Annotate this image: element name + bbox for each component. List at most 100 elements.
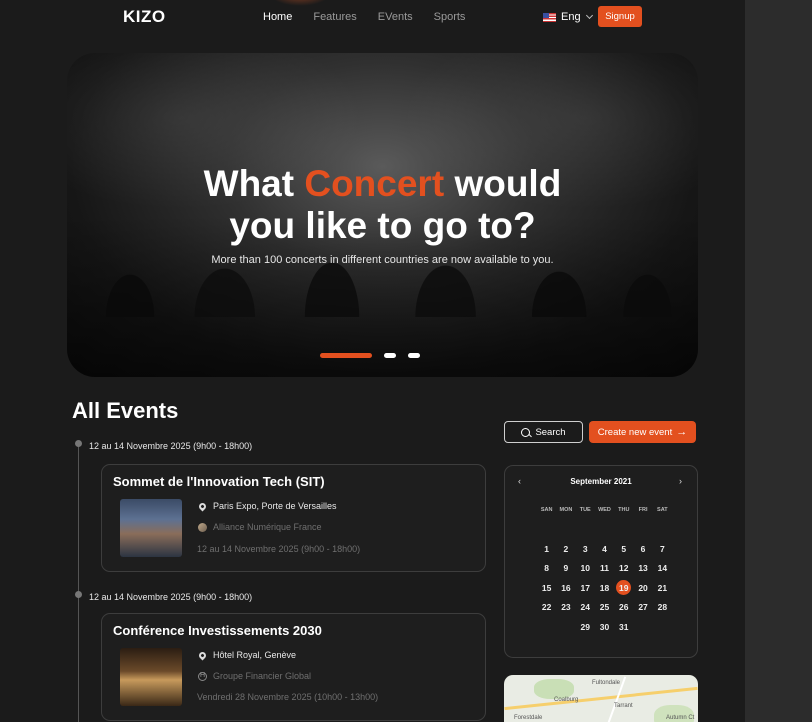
hero-title-line2: you like to go to? (229, 205, 536, 246)
nav-link-sports[interactable]: Sports (434, 11, 466, 23)
calendar-day[interactable]: 11 (595, 563, 614, 573)
logo[interactable]: KIZO (123, 7, 166, 27)
page: KIZO Home Features EVents Sports Eng Sig… (0, 0, 745, 722)
calendar-week-row: 15 16 17 18 19 20 21 (537, 578, 672, 598)
calendar-week-row: 29 30 31 (537, 617, 672, 637)
event-location: Hôtel Royal, Genève (213, 650, 297, 660)
calendar-day[interactable]: 12 (614, 563, 633, 573)
signup-button[interactable]: Signup (598, 6, 642, 27)
hero-title-part1: What (203, 163, 305, 204)
calendar-weekday: FRI (638, 506, 648, 513)
nav-glow (270, 0, 330, 6)
top-nav: KIZO Home Features EVents Sports Eng Sig… (0, 0, 745, 34)
event-organizer-row: Groupe Financier Global (197, 671, 311, 681)
calendar-day[interactable]: 8 (537, 563, 556, 573)
timeline-dot (75, 440, 82, 447)
calendar: ‹ September 2021 › SAN MON TUE WED THU FRI SAT… (504, 465, 698, 658)
event-schedule: Vendredi 28 Novembre 2025 (10h00 - 13h00… (197, 692, 379, 702)
calendar-day[interactable]: 18 (595, 583, 614, 593)
event-card[interactable]: Sommet de l'Innovation Tech (SIT) Paris … (101, 464, 486, 572)
event-title[interactable]: Sommet de l'Innovation Tech (SIT) (113, 474, 325, 489)
event-schedule-row: Vendredi 28 Novembre 2025 (10h00 - 13h00… (197, 692, 378, 702)
calendar-day[interactable]: 30 (595, 622, 614, 632)
create-event-label: Create new event (597, 426, 673, 438)
calendar-day[interactable]: 24 (576, 602, 595, 612)
timeline-dot (75, 591, 82, 598)
hero-banner: What Concert would you like to go to? Mo… (67, 53, 698, 377)
event-title[interactable]: Conférence Investissements 2030 (113, 623, 322, 638)
calendar-day[interactable]: 1 (537, 544, 556, 554)
event-image[interactable] (120, 648, 182, 706)
language-selector[interactable]: Eng (543, 11, 593, 23)
calendar-weekday: TUE (579, 506, 591, 513)
map-label: Fultondale (592, 680, 621, 686)
arrow-right-icon: → (676, 426, 688, 438)
calendar-day[interactable]: 17 (576, 583, 595, 593)
calendar-day[interactable]: 28 (653, 602, 672, 612)
calendar-weekday: SAN (540, 506, 553, 513)
event-schedule: 12 au 14 Novembre 2025 (9h00 - 18h00) (197, 544, 361, 554)
calendar-day-label: 19 (616, 580, 632, 596)
calendar-day[interactable]: 31 (614, 622, 633, 632)
calendar-day[interactable]: 21 (653, 583, 672, 593)
nav-link-events[interactable]: EVents (378, 11, 413, 23)
us-flag-icon (543, 12, 556, 22)
calendar-grid: SAN MON TUE WED THU FRI SAT 1 2 3 4 5 6 7 8 9 10 11 12 13 14… (537, 500, 672, 637)
all-events-heading: All Events (72, 398, 179, 423)
hero-title-part2: would (444, 163, 562, 204)
nav-link-features[interactable]: Features (313, 11, 356, 23)
calendar-month-label: September 2021 (570, 477, 632, 486)
calendar-next-icon[interactable]: › (679, 476, 682, 486)
map-park (534, 679, 574, 699)
carousel-dot-1[interactable] (320, 353, 372, 358)
location-pin-icon (197, 650, 207, 660)
calendar-day[interactable]: 20 (633, 583, 652, 593)
event-date-header: 12 au 14 Novembre 2025 (9h00 - 18h00) (89, 441, 253, 451)
map-widget[interactable]: Fultondale Coalburg Tarrant Forestdale A… (504, 675, 698, 722)
calendar-day[interactable]: 23 (556, 602, 575, 612)
calendar-weekday-row: SAN MON TUE WED THU FRI SAT (537, 500, 672, 520)
calendar-day[interactable]: 4 (595, 544, 614, 554)
calendar-day[interactable]: 6 (633, 544, 652, 554)
event-organizer-row: Alliance Numérique France (197, 522, 322, 532)
calendar-weekday: THU (618, 506, 630, 513)
event-schedule-row: 12 au 14 Novembre 2025 (9h00 - 18h00) (197, 544, 360, 554)
search-button[interactable]: Search (504, 421, 583, 443)
calendar-day[interactable]: 27 (633, 602, 652, 612)
calendar-week-row: 1234567 (537, 539, 672, 559)
nav-link-home[interactable]: Home (263, 11, 292, 23)
event-image[interactable] (120, 499, 182, 557)
event-location-row: Paris Expo, Porte de Versailles (197, 501, 337, 511)
search-button-label: Search (535, 426, 566, 438)
calendar-day[interactable]: 7 (653, 544, 672, 554)
calendar-day[interactable]: 9 (556, 563, 575, 573)
calendar-day[interactable]: 10 (576, 563, 595, 573)
chevron-down-icon (585, 11, 593, 20)
calendar-day[interactable]: 14 (653, 563, 672, 573)
calendar-day[interactable]: 15 (537, 583, 556, 593)
carousel-dot-3[interactable] (408, 353, 420, 358)
create-event-button[interactable]: Create new event → (589, 421, 696, 443)
calendar-day[interactable]: 29 (576, 622, 595, 632)
location-pin-icon (197, 501, 207, 511)
calendar-day[interactable]: 26 (614, 602, 633, 612)
calendar-day[interactable]: 5 (614, 544, 633, 554)
event-organizer: Groupe Financier Global (213, 671, 312, 681)
language-label: Eng (561, 11, 581, 23)
carousel-dots (320, 353, 420, 358)
hero-title-accent: Concert (304, 163, 445, 204)
calendar-day[interactable]: 16 (556, 583, 575, 593)
map-label: Coalburg (554, 697, 579, 703)
calendar-day[interactable]: 13 (633, 563, 652, 573)
calendar-week-row: 8 9 10 11 12 13 14 (537, 559, 672, 579)
calendar-day[interactable]: 3 (576, 544, 595, 554)
calendar-day[interactable]: 22 (537, 602, 556, 612)
calendar-day-selected[interactable]: 19 (614, 580, 633, 596)
calendar-day[interactable]: 2 (556, 544, 575, 554)
event-location-row: Hôtel Royal, Genève (197, 650, 296, 660)
search-icon (521, 427, 531, 437)
event-card[interactable]: Conférence Investissements 2030 Hôtel Ro… (101, 613, 486, 721)
carousel-dot-2[interactable] (384, 353, 396, 358)
map-label: Forestdale (514, 715, 543, 721)
calendar-day[interactable]: 25 (595, 602, 614, 612)
